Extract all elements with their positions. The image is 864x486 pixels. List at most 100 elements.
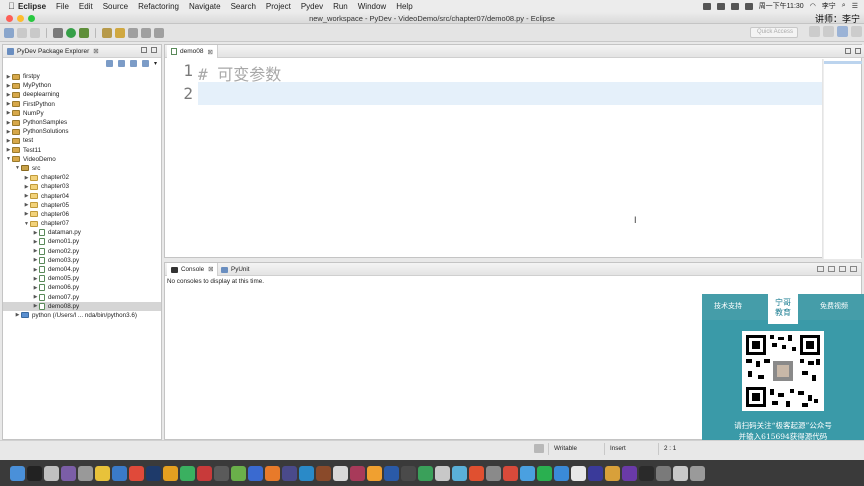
app-icon[interactable] (350, 465, 365, 481)
chrome-icon[interactable] (129, 465, 144, 481)
tree-item-python-interpreter[interactable]: ▶ python (/Users/l ... nda/bin/python3.6) (3, 311, 161, 320)
collapse-arrow-icon[interactable]: ▼ (5, 156, 12, 162)
status-icon[interactable] (702, 2, 711, 10)
expand-arrow-icon[interactable]: ▶ (5, 120, 12, 126)
app-icon[interactable] (639, 465, 654, 481)
open-type-icon[interactable] (102, 27, 112, 38)
close-tab-icon[interactable]: ⊠ (208, 48, 213, 56)
app-icon[interactable] (503, 465, 518, 481)
open-console-icon[interactable] (828, 266, 835, 272)
java-perspective-icon[interactable] (823, 26, 834, 37)
collapse-all-icon[interactable] (105, 60, 113, 67)
new-icon[interactable] (4, 27, 14, 38)
menu-list-icon[interactable]: ☰ (852, 2, 858, 10)
menu-run[interactable]: Run (333, 2, 348, 11)
tree-item-firstpython[interactable]: ▶ FirstPython (3, 100, 161, 109)
tree-item-chapter03[interactable]: ▶ chapter03 (3, 182, 161, 191)
expand-arrow-icon[interactable]: ▶ (5, 74, 12, 80)
expand-arrow-icon[interactable]: ▶ (14, 312, 21, 318)
app-icon[interactable] (452, 465, 467, 481)
minimize-icon[interactable] (839, 266, 846, 272)
tree-item-demo03[interactable]: ▶ demo03.py (3, 256, 161, 265)
expand-arrow-icon[interactable]: ▶ (5, 101, 12, 107)
open-perspective-icon[interactable] (809, 26, 820, 37)
tree-item-demo04[interactable]: ▶ demo04.py (3, 265, 161, 274)
excel-icon[interactable] (418, 465, 433, 481)
eclipse-icon[interactable] (61, 465, 76, 481)
menu-edit[interactable]: Edit (79, 2, 93, 11)
safari-icon[interactable] (112, 465, 127, 481)
save-all-icon[interactable] (30, 27, 40, 38)
pydev-perspective-icon[interactable] (837, 26, 848, 37)
close-tab-icon[interactable]: ⊠ (208, 266, 213, 273)
maximize-icon[interactable] (151, 47, 157, 53)
tree-item-pythonsolutions[interactable]: ▶ PythonSolutions (3, 127, 161, 136)
package-explorer-title[interactable]: PyDev Package Explorer (17, 48, 89, 55)
app-icon[interactable] (163, 465, 178, 481)
app-icon[interactable] (656, 465, 671, 481)
tree-item-demo01[interactable]: ▶ demo01.py (3, 237, 161, 246)
expand-arrow-icon[interactable]: ▶ (32, 303, 39, 309)
terminal-icon[interactable] (27, 465, 42, 481)
menu-navigate[interactable]: Navigate (189, 2, 221, 11)
tree-item-dataman[interactable]: ▶ dataman.py (3, 228, 161, 237)
tree-item-chapter06[interactable]: ▶ chapter06 (3, 210, 161, 219)
save-icon[interactable] (17, 27, 27, 38)
trash-icon[interactable] (690, 465, 705, 481)
word-icon[interactable] (384, 465, 399, 481)
quick-access-input[interactable]: Quick Access (750, 27, 798, 38)
expand-arrow-icon[interactable]: ▶ (32, 257, 39, 263)
tab-pyunit[interactable]: PyUnit (217, 263, 254, 276)
filter-icon[interactable] (141, 60, 149, 67)
tree-item-demo06[interactable]: ▶ demo06.py (3, 283, 161, 292)
menu-search[interactable]: Search (231, 2, 256, 11)
tree-item-pythonsamples[interactable]: ▶ PythonSamples (3, 118, 161, 127)
minimize-icon[interactable] (845, 48, 851, 54)
app-icon[interactable] (231, 465, 246, 481)
tree-item-demo07[interactable]: ▶ demo07.py (3, 293, 161, 302)
app-icon[interactable] (588, 465, 603, 481)
user-name[interactable]: 李宁 (822, 1, 836, 11)
tree-item-demo02[interactable]: ▶ demo02.py (3, 247, 161, 256)
overview-ruler[interactable] (823, 59, 862, 259)
tab-console[interactable]: Console ⊠ (167, 263, 219, 276)
tree-item-mypython[interactable]: ▶ MyPython (3, 81, 161, 90)
menu-pydev[interactable]: Pydev (301, 2, 323, 11)
maximize-icon[interactable] (855, 48, 861, 54)
collapse-arrow-icon[interactable]: ▼ (14, 165, 21, 171)
battery-icon[interactable] (744, 2, 753, 10)
annotation-icon[interactable] (128, 27, 138, 38)
app-icon[interactable] (333, 465, 348, 481)
expand-arrow-icon[interactable]: ▶ (32, 285, 39, 291)
tree-item-demo08-selected[interactable]: ▶ demo08.py (3, 301, 161, 311)
debug-perspective-icon[interactable] (851, 26, 862, 37)
downloads-icon[interactable] (673, 465, 688, 481)
tree-item-chapter02[interactable]: ▶ chapter02 (3, 173, 161, 182)
clock[interactable]: 周一下午11:30 (759, 1, 804, 11)
expand-arrow-icon[interactable]: ▶ (32, 294, 39, 300)
preview-icon[interactable] (44, 465, 59, 481)
app-icon[interactable] (486, 465, 501, 481)
app-icon[interactable] (299, 465, 314, 481)
display-console-icon[interactable] (817, 266, 824, 272)
status-icon[interactable] (716, 2, 725, 10)
wifi-icon[interactable]: ◠ (810, 2, 816, 10)
app-icon[interactable] (282, 465, 297, 481)
app-icon[interactable] (316, 465, 331, 481)
finder-icon[interactable] (10, 465, 25, 481)
expand-arrow-icon[interactable]: ▶ (23, 184, 30, 190)
menu-file[interactable]: File (56, 2, 69, 11)
app-icon[interactable] (435, 465, 450, 481)
tree-item-src[interactable]: ▼ src (3, 164, 161, 173)
app-icon[interactable] (214, 465, 229, 481)
menu-help[interactable]: Help (396, 2, 412, 11)
app-icon[interactable] (180, 465, 195, 481)
view-menu-icon[interactable]: ▾ (154, 60, 157, 67)
link-editor-icon[interactable] (117, 60, 125, 67)
expand-arrow-icon[interactable]: ▶ (23, 175, 30, 181)
tree-item-chapter05[interactable]: ▶ chapter05 (3, 201, 161, 210)
tree-item-deeplearning[interactable]: ▶ deeplearning (3, 90, 161, 99)
notes-icon[interactable] (95, 465, 110, 481)
minimize-icon[interactable] (141, 47, 147, 53)
expand-arrow-icon[interactable]: ▶ (5, 110, 12, 116)
